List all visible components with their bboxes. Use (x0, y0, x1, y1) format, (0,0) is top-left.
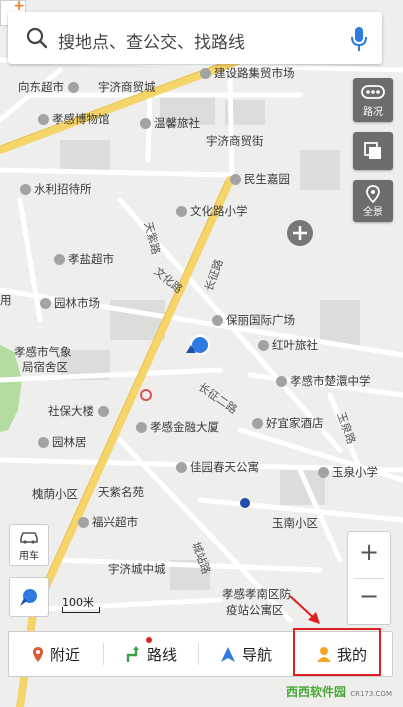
tab-label: 附近 (49, 645, 80, 664)
poi-label[interactable]: 用 (0, 293, 12, 307)
poi-label[interactable]: 天紫名苑 (98, 485, 144, 499)
museum-icon (38, 114, 49, 125)
layers-button[interactable] (353, 132, 393, 170)
traffic-button[interactable]: 路况 (353, 78, 393, 122)
car-button[interactable]: 用车 (9, 524, 49, 566)
school-icon (318, 467, 329, 478)
residence-icon (230, 174, 241, 185)
poi-label[interactable]: 孝感博物馆 (38, 112, 110, 126)
hotel-icon (258, 340, 269, 351)
tab-route[interactable]: 路线 (104, 632, 198, 676)
poi-label[interactable]: 孝盐超市 (54, 252, 114, 266)
poi-label[interactable]: 宇济城中城 (108, 562, 166, 576)
zoom-control[interactable]: + − (347, 531, 391, 625)
traffic-label: 路况 (363, 107, 383, 118)
poi-label[interactable]: 宇济商贸街 (206, 134, 264, 148)
microphone-icon[interactable] (350, 26, 368, 52)
panorama-button[interactable]: 全景 (353, 180, 393, 222)
zoom-out-button[interactable]: − (348, 582, 390, 610)
poi-label[interactable]: 孝感市气象 (14, 345, 72, 359)
scale-bar (62, 607, 100, 613)
building-icon (212, 315, 223, 326)
hotel-icon (20, 184, 31, 195)
poi-label[interactable]: 园林居 (38, 435, 87, 449)
poi-label[interactable]: 红叶旅社 (258, 338, 318, 352)
poi-label[interactable]: 孝感市楚澴中学 (276, 374, 371, 388)
poi-label[interactable]: 福兴超市 (78, 515, 138, 529)
watermark: 西西软件园 CR173.COM (286, 683, 392, 700)
watermark-url: CR173.COM (350, 690, 392, 698)
poi-label[interactable]: 玉南小区 (272, 516, 318, 530)
navigation-arrow-icon (220, 646, 235, 662)
shop-icon (67, 82, 79, 93)
traffic-icon (361, 85, 385, 99)
tab-label: 导航 (241, 645, 272, 664)
poi-label[interactable]: 孝感金融大厦 (136, 420, 219, 434)
building-icon (97, 406, 109, 417)
poi-label[interactable]: 佳园春天公寓 (176, 460, 259, 474)
zoom-in-button[interactable]: + (348, 538, 390, 566)
poi-label[interactable]: 保丽国际广场 (212, 313, 295, 327)
tab-nearby[interactable]: 附近 (9, 632, 103, 676)
zoom-divider (354, 578, 384, 579)
route-icon (126, 645, 139, 662)
search-input[interactable]: 搜地点、查公交、找路线 (58, 28, 245, 53)
annotation-arrow (289, 595, 320, 624)
poi-label[interactable]: 槐荫小区 (32, 487, 78, 501)
panorama-label: 全景 (363, 207, 383, 218)
residence-icon (38, 437, 49, 448)
poi-label[interactable]: 好宜家酒店 (252, 416, 324, 430)
search-bar[interactable]: 搜地点、查公交、找路线 (8, 12, 382, 64)
highlight-box (293, 628, 381, 676)
poi-label[interactable]: 文化路小学 (176, 204, 248, 218)
school-icon (176, 206, 187, 217)
poi-label[interactable]: 疫站公寓区 (226, 603, 284, 617)
watermark-brand: 西西软件园 (286, 685, 347, 699)
poi-label[interactable]: 宇济商贸城 (98, 80, 156, 94)
hotel-icon (140, 118, 151, 129)
notification-dot (146, 637, 152, 643)
residence-icon (176, 462, 187, 473)
market-icon (40, 298, 51, 309)
poi-label[interactable]: 民生嘉园 (230, 172, 290, 186)
layers-icon (364, 142, 381, 159)
poi-label[interactable]: 孝感孝南区防 (222, 587, 291, 601)
poi-label[interactable]: 社保大楼 (48, 404, 112, 418)
poi-label[interactable]: 向东超市 (18, 80, 82, 94)
car-label: 用车 (19, 551, 39, 562)
compass-icon (20, 589, 37, 606)
shop-icon (78, 517, 89, 528)
poi-label[interactable]: 局宿舍区 (22, 360, 68, 374)
shop-icon (54, 254, 65, 265)
poi-label[interactable]: 园林市场 (40, 296, 100, 310)
building-icon (136, 422, 147, 433)
location-pin-icon (366, 185, 380, 203)
poi-label[interactable]: 建设路集贸市场 (200, 66, 295, 80)
school-icon (276, 376, 287, 387)
poi-label[interactable]: 玉泉小学 (318, 465, 378, 479)
market-icon (200, 68, 211, 79)
hotel-icon (252, 418, 263, 429)
tab-navigation[interactable]: 导航 (199, 632, 293, 676)
tab-label: 路线 (146, 645, 177, 664)
search-icon (26, 27, 48, 49)
poi-label[interactable]: 温馨旅社 (140, 116, 200, 130)
my-location-button[interactable] (9, 577, 49, 617)
pin-icon (32, 646, 43, 662)
car-icon (20, 532, 38, 544)
poi-label[interactable]: 水利招待所 (20, 182, 92, 196)
